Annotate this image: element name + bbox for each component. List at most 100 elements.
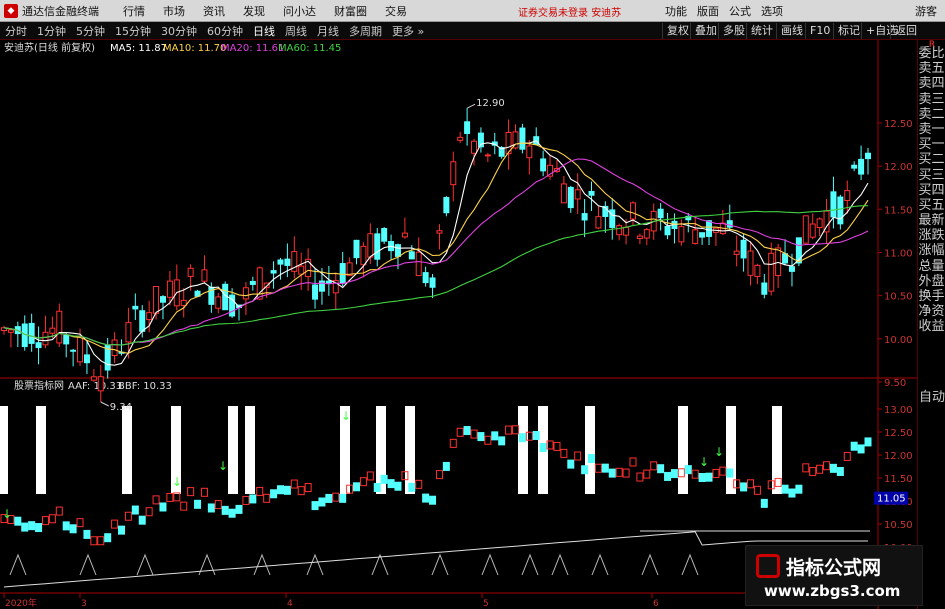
candle-body: [733, 250, 740, 255]
menu-faxian[interactable]: 发现: [234, 3, 274, 19]
auto-scale-button[interactable]: 自动: [918, 386, 945, 405]
side-item-4[interactable]: 卖二: [918, 107, 945, 122]
candlestick: [374, 227, 381, 267]
watermark-url: www.zbgs3.com: [764, 582, 901, 600]
candlestick: [118, 339, 125, 356]
triangle-wave: [198, 553, 216, 576]
candlestick: [422, 266, 429, 287]
side-item-12[interactable]: 涨跌: [918, 228, 945, 243]
indicator-box: [276, 485, 284, 495]
candle-body: [595, 216, 602, 229]
period-monthly[interactable]: 月线: [312, 23, 344, 39]
side-item-18[interactable]: 收益: [918, 319, 945, 334]
candlestick: [312, 268, 319, 309]
candle-body: [629, 202, 636, 220]
period-multi[interactable]: 多周期: [344, 23, 387, 39]
indicator-box: [415, 479, 423, 489]
f10-button[interactable]: F10: [805, 23, 834, 39]
candlestick: [381, 227, 388, 244]
candle-body: [201, 269, 208, 282]
indicator-box: [373, 482, 381, 492]
candle-body: [312, 284, 319, 300]
menu-hangqing[interactable]: 行情: [114, 3, 154, 19]
candle-body: [339, 263, 346, 284]
side-item-14[interactable]: 总量: [918, 259, 945, 274]
candle-body: [422, 272, 429, 284]
candlestick: [823, 198, 830, 244]
indicator-box: [594, 463, 602, 473]
menu-jiaoyi[interactable]: 交易: [376, 3, 416, 19]
side-item-17[interactable]: 净资: [918, 304, 945, 319]
back-button[interactable]: 返回: [890, 23, 921, 39]
side-item-13[interactable]: 涨幅: [918, 243, 945, 258]
candlestick: [768, 242, 775, 296]
options-button[interactable]: 选项: [761, 3, 783, 19]
guest-label[interactable]: 游客: [915, 3, 937, 19]
adjust-button[interactable]: 复权: [662, 23, 693, 39]
period-5min[interactable]: 5分钟: [71, 23, 110, 39]
side-item-7[interactable]: 买二: [918, 152, 945, 167]
side-item-2[interactable]: 卖四: [918, 76, 945, 91]
period-60min[interactable]: 60分钟: [202, 23, 248, 39]
period-fenshi[interactable]: 分时: [0, 23, 32, 39]
menu-wenxiaoda[interactable]: 问小达: [274, 3, 325, 19]
triangle-wave: [9, 553, 27, 576]
period-15min[interactable]: 15分钟: [110, 23, 156, 39]
side-item-16[interactable]: 换手: [918, 289, 945, 304]
draw-line-button[interactable]: 画线: [776, 23, 807, 39]
period-weekly[interactable]: 周线: [280, 23, 312, 39]
sub-y-tick-label: 12.00: [884, 451, 913, 462]
candle-body: [588, 190, 595, 196]
indicator-box: [470, 429, 478, 439]
side-item-6[interactable]: 买一: [918, 137, 945, 152]
period-more[interactable]: 更多 »: [387, 23, 429, 39]
indicator-box: [740, 482, 748, 492]
indicator-box: [228, 508, 236, 518]
indicator-box: [180, 501, 188, 511]
indicator-box: [152, 495, 160, 505]
period-1min[interactable]: 1分钟: [32, 23, 71, 39]
down-arrow-icon: ↓: [172, 475, 182, 489]
side-item-5[interactable]: 卖一: [918, 122, 945, 137]
indicator-box: [28, 521, 36, 531]
menu-caifuquan[interactable]: 财富圈: [325, 3, 376, 19]
overlay-button[interactable]: 叠加: [690, 23, 721, 39]
candle-body: [415, 251, 422, 277]
statistics-button[interactable]: 统计: [746, 23, 777, 39]
stock-title: 安迪苏(日线 前复权): [4, 41, 95, 54]
side-item-1[interactable]: 卖五: [918, 61, 945, 76]
main-y-tick-label: 9.50: [884, 378, 906, 389]
layout-button[interactable]: 版面: [697, 3, 719, 19]
candle-body: [180, 299, 187, 306]
triangle-wave: [79, 553, 97, 576]
side-badge: R: [928, 40, 936, 50]
menu-zixun[interactable]: 资讯: [194, 3, 234, 19]
chart-area[interactable]: 安迪苏(日线 前复权) MA5: 11.87 MA10: 11.70 MA20:…: [0, 40, 917, 609]
period-30min[interactable]: 30分钟: [156, 23, 202, 39]
title-bar: ◆ 通达信金融终端 行情 市场 资讯 发现 问小达 财富圈 交易 证券交易未登录…: [0, 0, 945, 22]
login-notice[interactable]: 证券交易未登录 安迪苏: [518, 4, 621, 19]
period-daily[interactable]: 日线: [248, 23, 280, 39]
x-tick-label: 3: [81, 599, 87, 609]
indicator-box: [753, 485, 761, 495]
indicator-box: [48, 514, 56, 524]
side-item-10[interactable]: 买五: [918, 198, 945, 213]
side-item-11[interactable]: 最新: [918, 213, 945, 228]
signal-bar: [36, 406, 46, 494]
candle-body: [560, 183, 567, 204]
side-item-8[interactable]: 买三: [918, 168, 945, 183]
formula-button[interactable]: 公式: [729, 3, 751, 19]
candle-body: [83, 354, 90, 364]
function-button[interactable]: 功能: [665, 3, 687, 19]
side-item-3[interactable]: 卖三: [918, 92, 945, 107]
side-item-9[interactable]: 买四: [918, 183, 945, 198]
triangle-wave: [306, 553, 324, 576]
indicator-box: [456, 427, 464, 437]
multi-stock-button[interactable]: 多股: [718, 23, 749, 39]
sub-title: 股票指标网: [14, 379, 64, 392]
menu-shichang[interactable]: 市场: [154, 3, 194, 19]
candle-body: [90, 376, 97, 381]
side-item-15[interactable]: 外盘: [918, 274, 945, 289]
mark-button[interactable]: 标记: [833, 23, 864, 39]
candlestick: [616, 223, 623, 241]
